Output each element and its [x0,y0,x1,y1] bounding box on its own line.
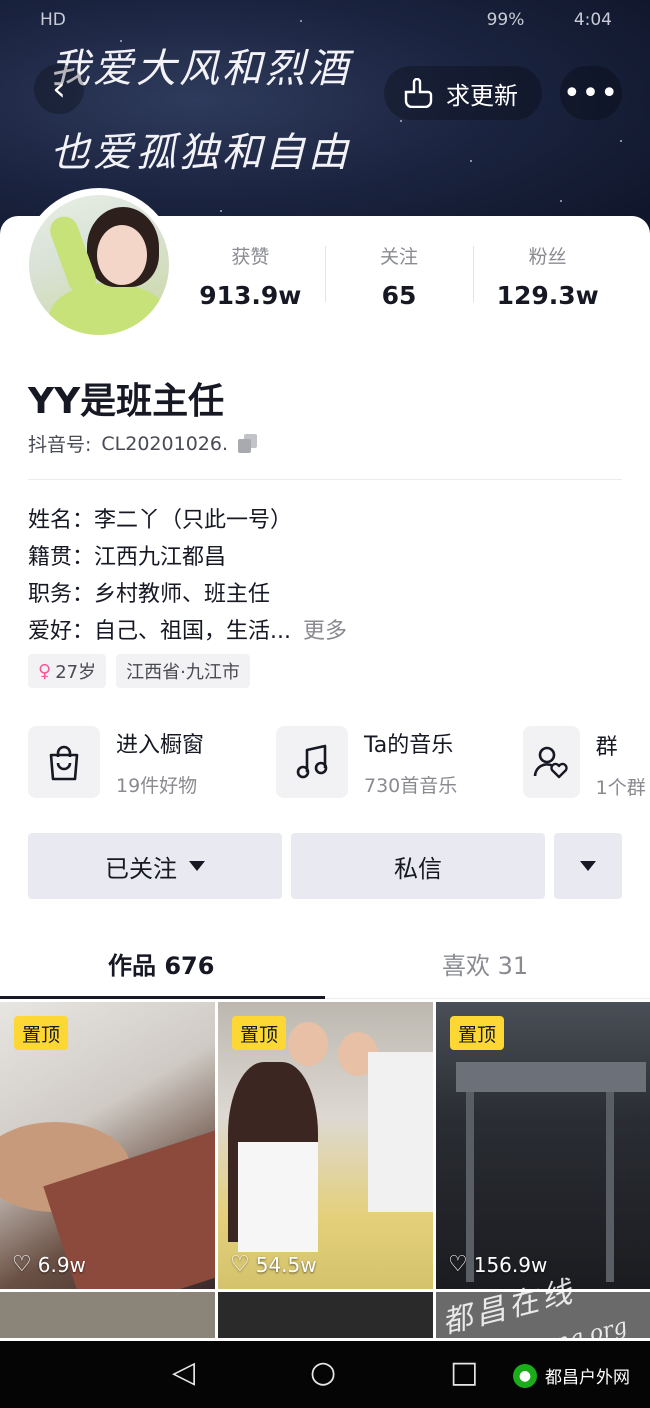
request-update-label: 求更新 [446,81,518,110]
wechat-account-name: 都昌户外网 [545,1368,630,1388]
avatar-image [29,195,169,335]
tab-likes[interactable]: 喜欢 31 [442,946,528,981]
uid-value: CL20201026. [101,432,229,455]
profile-tags: ♀ 27岁 江西省·九江市 [28,654,250,688]
message-button[interactable]: 私信 [291,833,545,899]
heart-icon: ♡ [448,1252,468,1277]
fans-group-icon [523,726,580,798]
bio-line-job: 职务：乡村教师、班主任 [28,582,271,607]
shop-window-title: 进入橱窗 [116,732,205,758]
more-options-button[interactable]: ••• [560,66,622,120]
active-tab-indicator [0,996,325,999]
wechat-account-tag: ● 都昌户外网 [513,1363,630,1388]
message-label: 私信 [394,854,442,883]
stat-likes-label: 获赞 [231,246,270,268]
uid-label: 抖音号: [28,434,92,456]
bio-line-hobby: 爱好：自己、祖国，生活... 更多 [28,613,628,650]
location-tag-label: 江西省·九江市 [126,662,240,683]
age-tag: ♀ 27岁 [28,654,107,688]
clock: 4:04 [573,10,612,30]
female-icon: ♀ [38,660,52,682]
video-likes-count: 6.9w [37,1252,86,1277]
music-entry[interactable]: Ta的音乐 730首音乐 [276,724,457,800]
profile-bio: 姓名：李二丫（只此一号） 籍贯：江西九江都昌 职务：乡村教师、班主任 爱好：自己… [28,502,628,650]
video-likes-count: 156.9w [473,1252,548,1277]
location-tag: 江西省·九江市 [116,654,250,688]
nav-home-icon[interactable]: ○ [310,1355,336,1390]
video-thumbnail[interactable]: 置顶 ♡ 6.9w [0,1002,215,1289]
fans-group-title: 粉丝群 [595,724,640,760]
stat-likes[interactable]: 获赞 913.9w [176,240,325,310]
video-thumbnail[interactable] [218,1292,433,1338]
music-sub: 730首音乐 [364,774,458,797]
nav-back-icon[interactable]: ◁ [172,1355,195,1390]
stat-following-value: 65 [381,281,417,310]
back-button[interactable]: ‹ [34,64,84,114]
divider [28,479,622,480]
music-note-icon [276,726,348,798]
bio-more-link[interactable]: 更多 [303,619,347,644]
bio-hobby-text: 爱好：自己、祖国，生活... [28,619,291,644]
hand-pointer-icon [404,78,433,108]
profile-name: YY是班主任 [28,381,225,422]
following-button[interactable]: 已关注 [28,833,282,899]
tab-works[interactable]: 作品 676 [108,946,214,981]
fans-group-sub: 1个群聊 [595,777,646,799]
bio-line-name: 姓名：李二丫（只此一号） [28,508,293,533]
wechat-icon: ● [513,1363,537,1388]
music-title: Ta的音乐 [364,732,454,758]
bio-line-hometown: 籍贯：江西九江都昌 [28,545,227,570]
shop-window-entry[interactable]: 进入橱窗 19件好物 [28,724,204,800]
profile-stats: 获赞 913.9w 关注 65 粉丝 129.3w [176,240,622,310]
caret-down-icon [189,861,205,871]
pinned-badge: 置顶 [14,1016,69,1050]
status-bar-left: HD [40,10,66,30]
video-likes: ♡ 156.9w [448,1252,547,1277]
stat-likes-value: 913.9w [199,281,302,310]
system-nav-bar: ◁ ○ □ ● 都昌户外网 [0,1341,650,1408]
banner-text-line-1: 我爱大风和烈酒 [50,46,351,92]
feature-entries: 进入橱窗 19件好物 Ta的音乐 730首音乐 粉丝群 1个群聊 [28,724,650,800]
caret-down-icon [580,861,596,871]
video-likes-count: 54.5w [255,1252,317,1277]
video-likes: ♡ 54.5w [230,1252,317,1277]
more-dots-icon: ••• [562,75,620,111]
shop-window-sub: 19件好物 [116,774,198,797]
chevron-left-icon: ‹ [52,69,66,109]
profile-uid: 抖音号: CL20201026. [28,430,258,457]
video-thumbnail[interactable] [0,1292,215,1338]
video-likes: ♡ 6.9w [12,1252,86,1277]
stat-followers[interactable]: 粉丝 129.3w [473,240,622,310]
video-thumbnail[interactable]: 置顶 ♡ 54.5w [218,1002,433,1289]
heart-icon: ♡ [12,1252,32,1277]
battery-level: 99% [486,10,525,30]
heart-icon: ♡ [230,1252,250,1277]
avatar[interactable] [22,188,176,342]
status-bar-right: 99% 4:04 [487,10,612,36]
fans-group-entry[interactable]: 粉丝群 1个群聊 [523,724,650,800]
nav-recents-icon[interactable]: □ [450,1355,478,1390]
following-label: 已关注 [105,854,177,883]
copy-icon[interactable] [238,433,258,454]
stat-followers-value: 129.3w [496,281,599,310]
stat-followers-label: 粉丝 [528,246,567,268]
pinned-badge: 置顶 [232,1016,287,1050]
banner-text-line-2: 也爱孤独和自由 [50,130,351,176]
video-thumbnail[interactable]: 置顶 ♡ 156.9w [436,1002,650,1289]
stat-following[interactable]: 关注 65 [324,240,474,310]
recommend-toggle-button[interactable] [554,833,622,899]
request-update-button[interactable]: 求更新 [384,66,542,120]
profile-actions: 已关注 私信 [28,833,622,899]
content-tabs: 作品 676 喜欢 31 [0,940,650,1000]
pinned-badge: 置顶 [450,1016,505,1050]
stat-following-label: 关注 [380,246,419,268]
shopping-bag-icon [28,726,100,798]
age-tag-label: 27岁 [55,662,97,683]
